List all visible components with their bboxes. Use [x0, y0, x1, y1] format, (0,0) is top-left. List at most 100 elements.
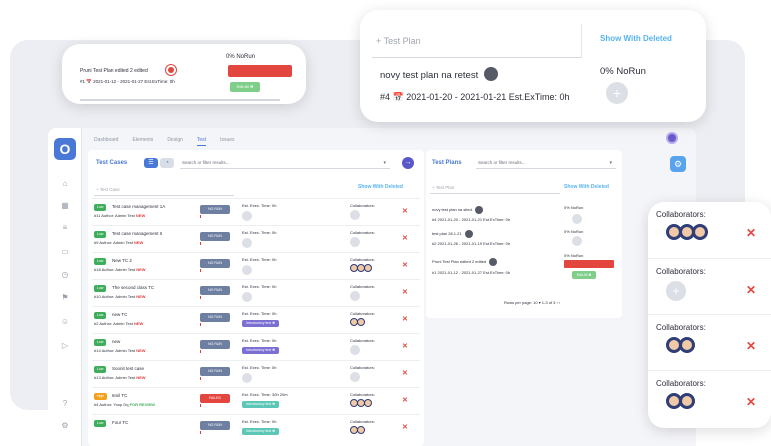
play-icon[interactable]	[489, 258, 498, 266]
delete-icon[interactable]: ✕	[402, 207, 408, 215]
collaborator-avatars[interactable]	[350, 318, 365, 326]
elements-icon[interactable]: ▦	[60, 202, 70, 210]
test-case-name[interactable]: New TC 2	[112, 258, 132, 263]
test-case-name[interactable]: Test case management 1A	[112, 204, 165, 209]
stop-icon[interactable]	[166, 65, 176, 75]
table-row[interactable]: Low The second class TC #10 Author: Admin …	[92, 279, 420, 305]
show-deleted-link[interactable]: Show With Deleted	[600, 34, 672, 43]
test-case-name[interactable]: The second class TC	[112, 285, 154, 290]
test-plan-item[interactable]: Pruni Test Plan edited 2 edited	[432, 258, 498, 266]
tab-dashboard[interactable]: Dashboard	[94, 134, 118, 146]
collaborator-avatars[interactable]	[350, 399, 372, 407]
test-suite-chip[interactable]: Introductory test ✖	[242, 347, 279, 354]
test-cases-search-input[interactable]: Search or filter results... ▾	[180, 157, 390, 169]
add-collaborator-icon[interactable]	[350, 237, 360, 247]
test-plan-item[interactable]: test plan 26.1.21	[432, 230, 473, 238]
delete-icon[interactable]: ✕	[746, 226, 756, 240]
add-collaborator-icon[interactable]	[350, 210, 360, 220]
edit-all-button[interactable]: Edit All ✖	[230, 82, 260, 92]
test-case-name[interactable]: new TC	[112, 312, 127, 317]
test-plans-show-deleted-link[interactable]: Show With Deleted	[564, 184, 609, 190]
scrollbar[interactable]	[80, 99, 280, 101]
gear-icon[interactable]: ⚙	[670, 156, 686, 172]
delete-icon[interactable]: ✕	[402, 261, 408, 269]
test-plans-search-input[interactable]: Search or filter results... ▾	[476, 157, 616, 169]
collaborator-avatars[interactable]	[666, 393, 695, 409]
add-suite-circle[interactable]	[242, 373, 252, 383]
add-collaborator-icon[interactable]: +	[666, 281, 686, 301]
play-icon[interactable]	[484, 67, 498, 81]
settings-icon[interactable]: ⚙	[60, 422, 70, 430]
test-case-name[interactable]: 6mil TC	[112, 393, 127, 398]
delete-icon[interactable]: ✕	[746, 395, 756, 409]
collaborator-avatars[interactable]	[666, 337, 695, 353]
run-status-button[interactable]: FAILED	[200, 394, 230, 403]
table-row[interactable]: High 6mil TC #4 Author: Yoop Dq FOR REVIEW…	[92, 387, 420, 413]
test-plan-item[interactable]: novy test plan na sited	[432, 206, 483, 214]
run-status-button[interactable]: NO RUN	[200, 340, 230, 349]
collaborator-avatars[interactable]	[666, 224, 708, 240]
add-test-case-input[interactable]: + Test Case	[94, 184, 234, 196]
test-suite-chip[interactable]: Introductory test ✖	[242, 320, 279, 327]
run-status-button[interactable]: NO RUN	[200, 421, 230, 430]
table-row[interactable]: Low New TC 2 #18 Author: Admin Test NEW NO …	[92, 252, 420, 278]
run-status-button[interactable]: NO RUN	[200, 259, 230, 268]
table-row[interactable]: Low new TC #2 Author: Admin Test NEW NO RUN…	[92, 306, 420, 332]
add-collaborator-icon[interactable]	[350, 372, 360, 382]
pointer-icon[interactable]: ▷	[60, 342, 70, 350]
help-icon[interactable]: ?	[60, 400, 70, 408]
table-row[interactable]: Low Four TC NO RUN Est. Exec. Time: 0h Intro…	[92, 414, 420, 440]
tab-design[interactable]: Design	[167, 134, 183, 146]
delete-icon[interactable]: ✕	[402, 342, 408, 350]
chart-view-icon[interactable]: ◔	[160, 158, 174, 168]
clock-icon[interactable]: ◷	[60, 271, 70, 279]
test-case-name[interactable]: Test case management II	[112, 231, 162, 236]
issues-icon[interactable]: ⚑	[60, 294, 70, 302]
test-case-name[interactable]: new	[112, 339, 120, 344]
play-icon[interactable]	[464, 230, 473, 238]
test-case-name[interactable]: Soonit test case	[112, 366, 144, 371]
collaborator-avatars[interactable]	[350, 264, 372, 272]
test-suite-chip[interactable]: Introductory test ✖	[242, 428, 279, 435]
add-collaborator-icon[interactable]	[350, 291, 360, 301]
tab-test[interactable]: Test	[196, 134, 207, 146]
add-test-plan-input[interactable]: + Test Plan	[372, 24, 582, 58]
user-avatar[interactable]	[666, 132, 678, 144]
run-status-button[interactable]: NO RUN	[200, 232, 230, 241]
tab-issues[interactable]: Issues	[220, 134, 234, 146]
list-view-icon[interactable]: ☰	[144, 158, 158, 168]
table-row[interactable]: Low new #14 Author: Admin Test NEW NO RUN Es…	[92, 333, 420, 359]
chevron-down-icon[interactable]: ▾	[383, 157, 386, 169]
edit-all-button[interactable]: Edit All ✖	[572, 271, 596, 279]
delete-icon[interactable]: ✕	[402, 423, 408, 431]
add-plan-circle[interactable]	[572, 214, 582, 224]
table-row[interactable]: Low Test case management II #9 Author: Adm…	[92, 225, 420, 251]
dashboard-icon[interactable]: ⌂	[60, 180, 70, 188]
add-collaborator-icon[interactable]: +	[606, 82, 628, 104]
pagination[interactable]: Rows per page: 10 ▾ 1-3 of 3 ‹ ›	[504, 300, 560, 305]
app-logo-icon[interactable]: O	[54, 138, 76, 160]
add-suite-circle[interactable]	[242, 265, 252, 275]
add-test-plan-input[interactable]: + Test Plan	[430, 182, 560, 194]
delete-icon[interactable]: ✕	[402, 396, 408, 404]
test-icon[interactable]: ▭	[60, 248, 70, 256]
play-icon[interactable]	[474, 206, 483, 214]
add-collaborator-icon[interactable]	[350, 345, 360, 355]
run-status-button[interactable]: NO RUN	[200, 205, 230, 214]
run-status-button[interactable]: NO RUN	[200, 313, 230, 322]
tab-elements[interactable]: Elements	[132, 134, 153, 146]
search-go-button[interactable]: →	[402, 157, 414, 169]
add-plan-circle[interactable]	[572, 236, 582, 246]
add-suite-circle[interactable]	[242, 292, 252, 302]
delete-icon[interactable]: ✕	[402, 315, 408, 323]
delete-icon[interactable]: ✕	[746, 339, 756, 353]
delete-icon[interactable]: ✕	[402, 288, 408, 296]
show-deleted-link[interactable]: Show With Deleted	[358, 184, 403, 190]
test-suite-chip[interactable]: Introductory test ✖	[242, 401, 279, 408]
run-status-button[interactable]: NO RUN	[200, 367, 230, 376]
collaborator-avatars[interactable]	[350, 426, 365, 434]
chevron-down-icon[interactable]: ▾	[609, 157, 612, 169]
list-icon[interactable]: ≡	[60, 224, 70, 232]
add-suite-circle[interactable]	[242, 238, 252, 248]
table-row[interactable]: Low Soonit test case #13 Author: Admin Tes…	[92, 360, 420, 386]
